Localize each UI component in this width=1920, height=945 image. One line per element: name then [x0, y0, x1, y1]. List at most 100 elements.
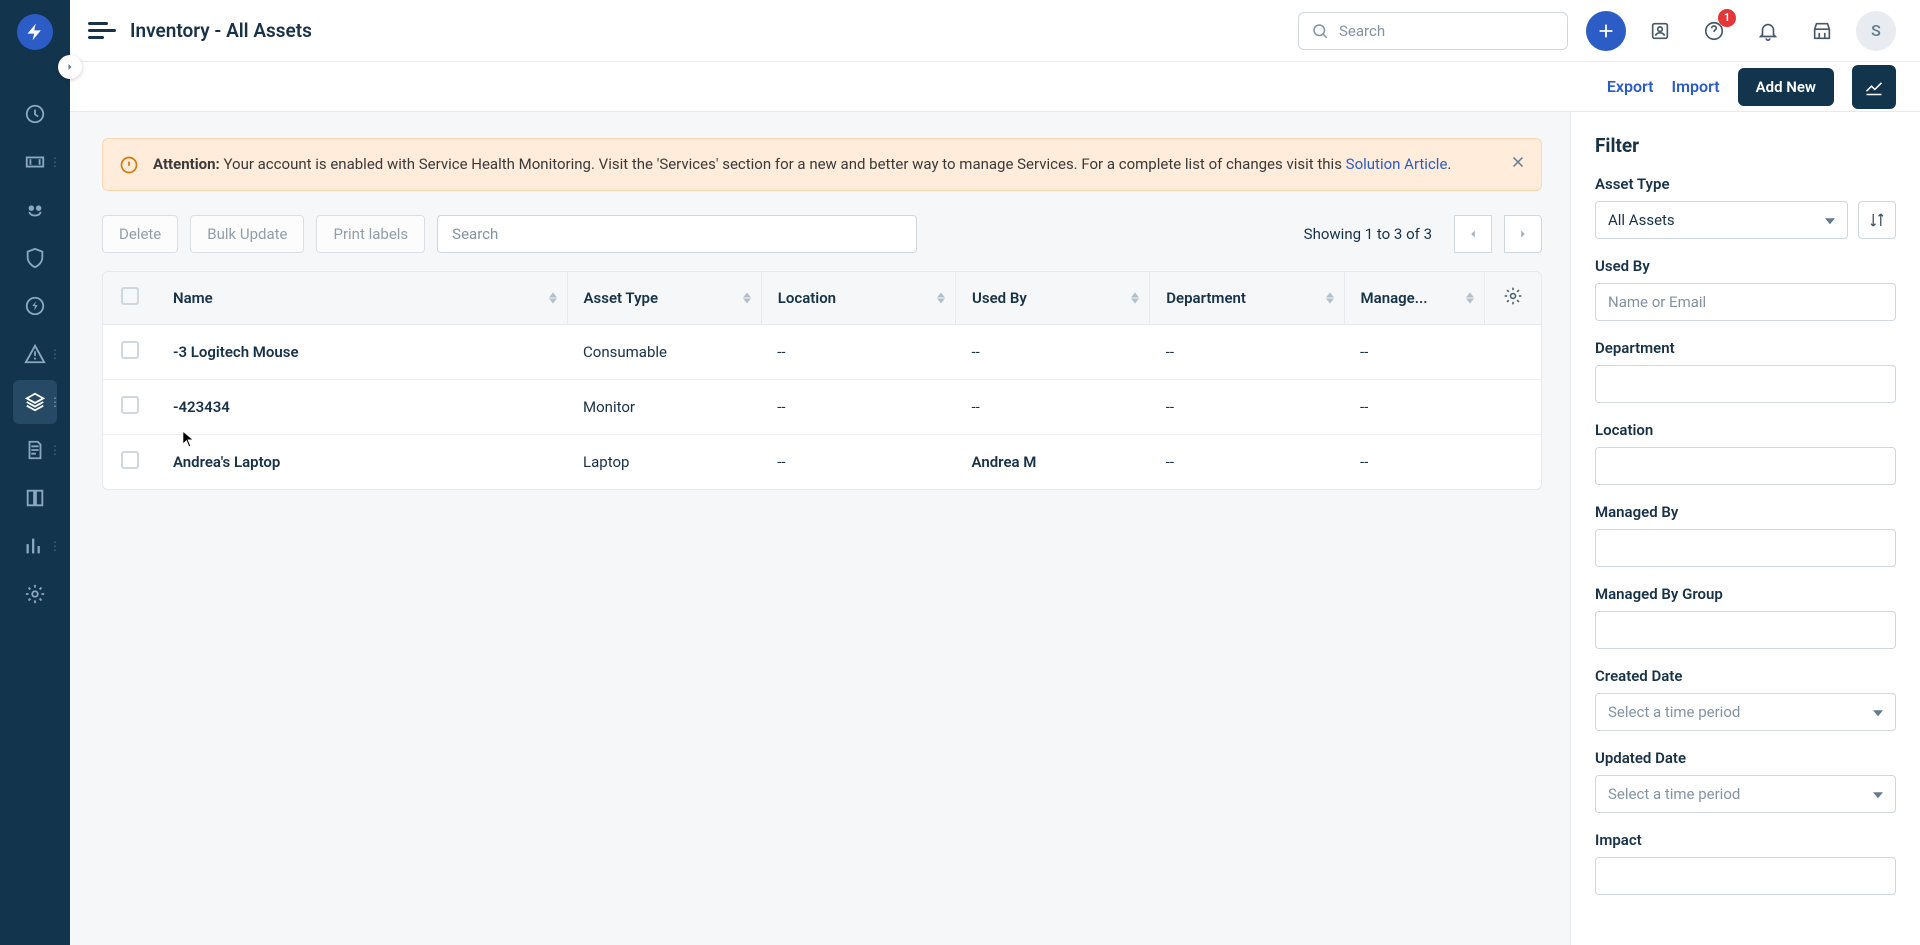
cell-managed: -- — [1344, 324, 1484, 379]
select-all-checkbox[interactable] — [121, 287, 139, 305]
action-bar: Export Import Add New — [70, 62, 1920, 112]
page-next-button[interactable] — [1504, 215, 1542, 253]
cell-name: -3 Logitech Mouse — [157, 324, 567, 379]
user-avatar[interactable]: S — [1856, 11, 1896, 51]
export-link[interactable]: Export — [1607, 77, 1654, 96]
row-checkbox[interactable] — [121, 396, 139, 414]
table-search-input[interactable] — [437, 215, 917, 253]
pagination-text: Showing 1 to 3 of 3 — [1304, 225, 1432, 243]
table-header-row: Name Asset Type Location Used By Departm… — [103, 272, 1541, 325]
more-dots-icon: ⋮ — [49, 395, 61, 409]
sidebar-item-inventory[interactable]: ⋮ — [13, 380, 57, 424]
table-row[interactable]: -423434 Monitor -- -- -- -- — [103, 379, 1541, 434]
import-link[interactable]: Import — [1672, 77, 1720, 96]
filter-sort-button[interactable] — [1858, 201, 1896, 239]
contacts-icon[interactable] — [1640, 11, 1680, 51]
help-icon[interactable]: 1 — [1694, 11, 1734, 51]
filter-created-date-select[interactable]: Select a time period — [1595, 693, 1896, 731]
cell-location: -- — [761, 324, 955, 379]
cell-managed: -- — [1344, 434, 1484, 489]
marketplace-icon[interactable] — [1802, 11, 1842, 51]
sidebar-item-dashboard[interactable] — [13, 92, 57, 136]
filter-impact-input[interactable] — [1595, 857, 1896, 895]
more-dots-icon: ⋮ — [49, 539, 61, 553]
sidebar-item-tickets[interactable]: ⋮ — [13, 140, 57, 184]
cell-dept: -- — [1150, 379, 1344, 434]
sort-icon — [1868, 211, 1886, 229]
global-search[interactable] — [1298, 12, 1568, 50]
table-settings-button[interactable] — [1484, 272, 1541, 325]
filter-managed-by-group-input[interactable] — [1595, 611, 1896, 649]
filter-asset-type-label: Asset Type — [1595, 175, 1896, 193]
cell-used-by: -- — [956, 379, 1150, 434]
bulk-update-button[interactable]: Bulk Update — [190, 215, 304, 253]
filter-updated-date-select[interactable]: Select a time period — [1595, 775, 1896, 813]
discover-button[interactable] — [1852, 65, 1896, 109]
col-managed-by[interactable]: Manage... — [1344, 272, 1484, 325]
cell-location: -- — [761, 379, 955, 434]
sidebar-item-documents[interactable]: ⋮ — [13, 428, 57, 472]
col-name[interactable]: Name — [157, 272, 567, 325]
filter-created-date-label: Created Date — [1595, 667, 1896, 685]
filter-impact-label: Impact — [1595, 831, 1896, 849]
cell-used-by: Andrea M — [956, 434, 1150, 489]
sidebar-item-reports[interactable]: ⋮ — [13, 524, 57, 568]
alert-link[interactable]: Solution Article — [1346, 155, 1448, 173]
alert-prefix: Attention: — [153, 155, 220, 173]
more-dots-icon: ⋮ — [49, 443, 61, 457]
filter-panel: Filter Asset Type All Assets Used By Dep… — [1570, 112, 1920, 945]
filter-title: Filter — [1595, 134, 1896, 157]
filter-updated-date-label: Updated Date — [1595, 749, 1896, 767]
sidebar-item-shield[interactable] — [13, 236, 57, 280]
col-department[interactable]: Department — [1150, 272, 1344, 325]
table-row[interactable]: Andrea's Laptop Laptop -- Andrea M -- -- — [103, 434, 1541, 489]
search-icon — [1311, 22, 1329, 40]
left-sidebar: ⋮ ⋮ ⋮ ⋮ ⋮ — [0, 0, 70, 945]
cell-managed: -- — [1344, 379, 1484, 434]
sidebar-item-problems[interactable] — [13, 188, 57, 232]
more-dots-icon: ⋮ — [49, 347, 61, 361]
row-checkbox[interactable] — [121, 341, 139, 359]
alert-suffix: . — [1447, 155, 1451, 173]
filter-managed-by-input[interactable] — [1595, 529, 1896, 567]
sidebar-expand-toggle[interactable] — [58, 55, 82, 79]
col-asset-type[interactable]: Asset Type — [567, 272, 761, 325]
filter-used-by-input[interactable] — [1595, 283, 1896, 321]
page-prev-button[interactable] — [1454, 215, 1492, 253]
add-button[interactable] — [1586, 11, 1626, 51]
attention-banner: Attention: Your account is enabled with … — [102, 138, 1542, 191]
cell-name: -423434 — [157, 379, 567, 434]
sidebar-item-knowledge[interactable] — [13, 476, 57, 520]
global-search-input[interactable] — [1339, 22, 1555, 40]
sidebar-item-settings[interactable] — [13, 572, 57, 616]
alert-text: Your account is enabled with Service Hea… — [220, 155, 1346, 173]
col-used-by[interactable]: Used By — [956, 272, 1150, 325]
page-title: Inventory - All Assets — [130, 19, 312, 42]
cell-dept: -- — [1150, 324, 1344, 379]
add-new-button[interactable]: Add New — [1738, 68, 1834, 106]
close-icon[interactable] — [1509, 153, 1527, 171]
filter-location-input[interactable] — [1595, 447, 1896, 485]
filter-department-input[interactable] — [1595, 365, 1896, 403]
more-dots-icon: ⋮ — [49, 155, 61, 169]
sidebar-item-alerts[interactable]: ⋮ — [13, 332, 57, 376]
cell-dept: -- — [1150, 434, 1344, 489]
col-location[interactable]: Location — [761, 272, 955, 325]
delete-button[interactable]: Delete — [102, 215, 178, 253]
cell-type: Monitor — [567, 379, 761, 434]
table-row[interactable]: -3 Logitech Mouse Consumable -- -- -- -- — [103, 324, 1541, 379]
table-search — [437, 215, 917, 253]
sidebar-item-automations[interactable] — [13, 284, 57, 328]
filter-managed-by-group-label: Managed By Group — [1595, 585, 1896, 603]
cell-used-by: -- — [956, 324, 1150, 379]
filter-asset-type-select[interactable]: All Assets — [1595, 201, 1848, 239]
print-labels-button[interactable]: Print labels — [316, 215, 425, 253]
app-logo[interactable] — [17, 14, 53, 50]
filter-managed-by-label: Managed By — [1595, 503, 1896, 521]
gear-icon — [1503, 286, 1523, 306]
filter-location-label: Location — [1595, 421, 1896, 439]
cursor-icon — [182, 430, 196, 448]
notifications-icon[interactable] — [1748, 11, 1788, 51]
row-checkbox[interactable] — [121, 451, 139, 469]
menu-toggle-icon[interactable] — [88, 17, 116, 45]
